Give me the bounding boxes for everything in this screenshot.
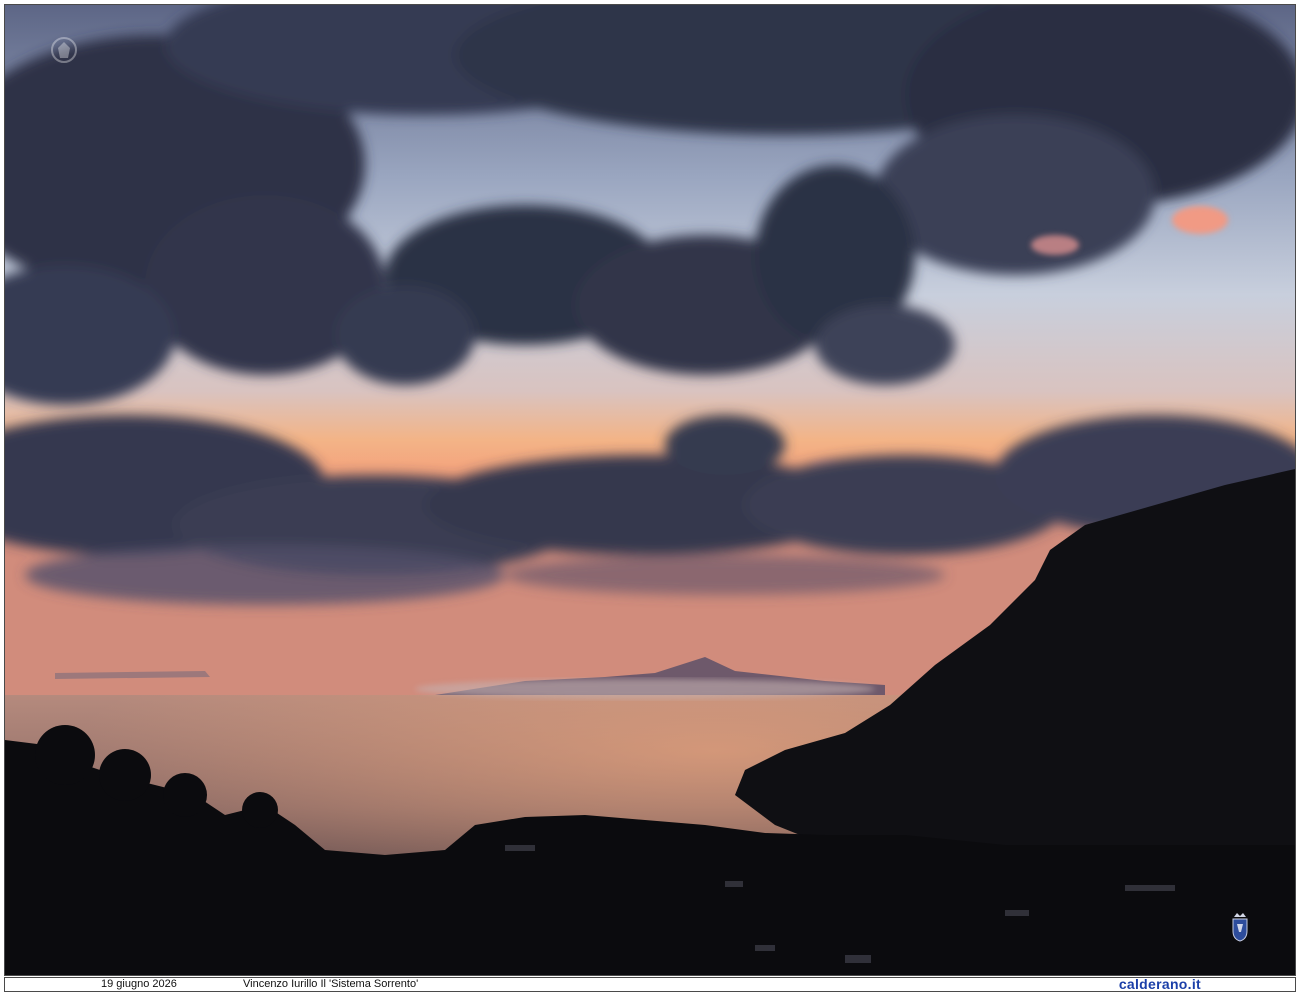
sunset-scene xyxy=(5,5,1295,975)
coat-of-arms-icon xyxy=(1232,913,1248,942)
photo-date: 19 giugno 2026 xyxy=(101,978,177,990)
landscape-photo xyxy=(4,4,1296,976)
crest-watermark-icon xyxy=(51,37,77,63)
site-link[interactable]: calderano.it xyxy=(1119,977,1201,992)
caption-bar: 19 giugno 2026 Vincenzo Iurillo Il 'Sist… xyxy=(4,977,1296,992)
photo-frame: 19 giugno 2026 Vincenzo Iurillo Il 'Sist… xyxy=(0,0,1300,993)
photo-author-title: Vincenzo Iurillo Il 'Sistema Sorrento' xyxy=(243,978,419,990)
